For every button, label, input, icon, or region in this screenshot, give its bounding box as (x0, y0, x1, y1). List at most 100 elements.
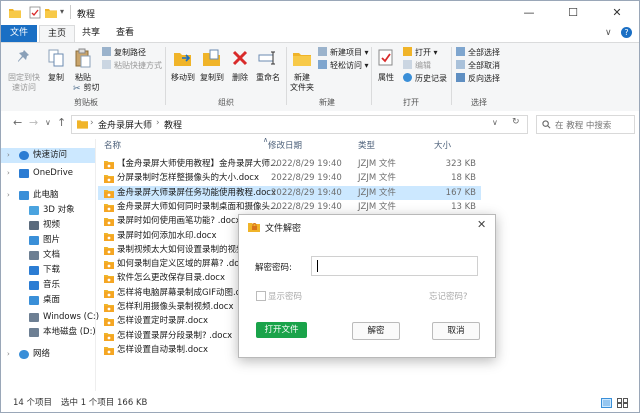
column-header-size[interactable]: 大小 (434, 139, 451, 154)
column-header-type[interactable]: 类型 (358, 139, 375, 154)
rename-button[interactable]: 重命名 (253, 48, 283, 83)
recent-locations-button[interactable]: ∨ (45, 118, 51, 127)
minimize-button[interactable]: — (507, 1, 551, 25)
copy-path-button[interactable]: 复制路径 (102, 47, 146, 58)
nav-item[interactable]: 本地磁盘 (D:) (1, 325, 96, 340)
decrypt-button[interactable]: 解密 (352, 322, 400, 340)
file-row[interactable]: 金舟录屏大师录屏任务功能使用教程.docx 2022/8/29 19:40 JZJM… (98, 185, 481, 200)
file-type: JZJM 文件 (358, 187, 396, 198)
cloud-icon (19, 169, 29, 178)
cut-button[interactable]: ✂ 剪切 (73, 82, 100, 94)
file-name: 录屏时如何使用画笔功能? .docx (117, 216, 241, 227)
column-header-name[interactable]: 名称 (104, 139, 121, 154)
selection-info: 选中 1 个项目 166 KB (61, 398, 148, 408)
nav-item[interactable]: 文档 (1, 248, 95, 263)
status-bar: 14 个项目 选中 1 个项目 166 KB (1, 394, 639, 412)
nav-item-label: 此电脑 (33, 190, 59, 200)
nav-item[interactable]: 3D 对象 (1, 203, 95, 218)
password-input[interactable] (311, 256, 478, 276)
tab-home[interactable]: 主页 (39, 25, 75, 42)
tab-file[interactable]: 文件 (1, 25, 37, 42)
file-name: 怎样利用摄像头录制视频.docx (117, 302, 234, 312)
ribbon-collapse-button[interactable]: ∨ (605, 28, 612, 38)
paste-shortcut-icon (102, 60, 111, 69)
nav-item-label: Windows (C:) (43, 312, 100, 322)
nav-item[interactable]: 视频 (1, 218, 95, 233)
select-all-icon (456, 47, 465, 56)
lock-folder-icon (248, 223, 260, 232)
forgot-password-link[interactable]: 忘记密码? (429, 290, 468, 302)
paste-shortcut-button[interactable]: 粘贴快捷方式 (102, 60, 162, 71)
pane-divider[interactable] (95, 139, 96, 391)
nav-item[interactable]: 下载 (1, 263, 95, 278)
file-name: 分屏录制时怎样整摄像头的大小.docx (117, 173, 260, 184)
breadcrumb-current[interactable]: 教程 (164, 118, 182, 131)
edit-button[interactable]: 编辑 (403, 60, 431, 71)
breadcrumb-root[interactable]: 金舟录屏大师 (98, 118, 152, 131)
nav-item[interactable]: › OneDrive (1, 166, 95, 181)
close-button[interactable]: ✕ (595, 1, 639, 25)
chevron-right-icon[interactable]: › (7, 148, 10, 163)
file-row[interactable]: 分屏录制时怎样整摄像头的大小.docx 2022/8/29 19:40 JZJM 文… (98, 171, 481, 185)
details-view-icon[interactable] (601, 398, 612, 408)
nav-item[interactable]: 图片 (1, 233, 95, 248)
file-type: JZJM 文件 (358, 173, 396, 184)
nav-item[interactable]: › 此电脑 (1, 188, 95, 203)
refresh-button[interactable]: ↻ (512, 117, 520, 127)
ribbon-home: 固定到快 速访问 复制 粘贴 复制路径 粘贴快捷方式 ✂ 剪切 剪贴板 移动到 … (1, 42, 639, 112)
address-dropdown[interactable]: ∨ (492, 118, 498, 127)
show-password-label[interactable]: 显示密码 (268, 290, 302, 302)
paste-shortcut-label: 粘贴快捷方式 (114, 61, 162, 70)
help-button[interactable]: ? (621, 27, 632, 38)
maximize-button[interactable]: ☐ (551, 1, 595, 25)
nav-item[interactable]: › 网络 (1, 347, 95, 362)
forward-button[interactable]: → (29, 116, 38, 129)
new-item-button[interactable]: 新建项目 ▾ (318, 47, 369, 58)
chevron-right-icon[interactable]: › (7, 166, 10, 181)
nav-item[interactable]: 桌面 (1, 293, 95, 308)
column-header-date[interactable]: 修改日期 (268, 139, 302, 154)
tab-view[interactable]: 查看 (109, 25, 141, 42)
history-button[interactable]: 历史记录 (403, 73, 447, 84)
open-file-button[interactable]: 打开文件 (256, 322, 307, 338)
address-field[interactable]: › 金舟录屏大师 › 教程 ∨ ↻ (71, 115, 528, 134)
file-row[interactable]: 金舟录屏大师如何同时录制桌面和摄像头... 2022/8/29 19:40 JZJM… (98, 200, 481, 214)
invert-selection-icon (456, 73, 465, 82)
properties-check-icon[interactable] (29, 6, 41, 19)
select-none-button[interactable]: 全部取消 (456, 60, 500, 71)
nav-item-label: 音乐 (43, 280, 61, 290)
chevron-right-icon[interactable]: › (7, 347, 10, 362)
open-button[interactable]: 打开 ▾ (403, 47, 438, 58)
large-icons-view-icon[interactable] (617, 398, 628, 408)
copy-button[interactable]: 复制 (44, 48, 68, 83)
show-password-checkbox[interactable] (256, 291, 266, 301)
up-button[interactable]: ↑ (57, 116, 66, 129)
nav-item[interactable]: › 快速访问 (1, 148, 95, 163)
new-folder-quick-icon[interactable] (45, 6, 57, 19)
select-all-button[interactable]: 全部选择 (456, 47, 500, 58)
tab-share[interactable]: 共享 (75, 25, 107, 42)
file-name: 如何录制自定义区域的屏幕? .docx (117, 259, 250, 270)
copy-to-button[interactable]: 复制到 (198, 48, 226, 83)
file-row[interactable]: 【金舟录屏大师使用教程】金舟录屏大师... 2022/8/29 19:40 JZJM… (98, 157, 481, 171)
folder-icon (77, 120, 88, 129)
chevron-right-icon[interactable]: › (7, 188, 10, 203)
back-button[interactable]: ← (13, 116, 22, 129)
pin-quick-access-button[interactable]: 固定到快 速访问 (7, 48, 41, 93)
search-box[interactable]: 在 教程 中搜索 (536, 115, 635, 134)
drive-icon (29, 313, 39, 322)
organize-group-label: 组织 (218, 98, 234, 107)
delete-button[interactable]: 删除 (229, 48, 251, 83)
nav-item[interactable]: 音乐 (1, 278, 95, 293)
file-name: 金舟录屏大师录屏任务功能使用教程.docx (117, 187, 277, 198)
properties-button[interactable]: 属性 (374, 48, 398, 83)
quick-access-dropdown[interactable]: ▾ (60, 7, 64, 16)
cancel-button[interactable]: 取消 (432, 322, 480, 340)
paste-button[interactable]: 粘贴 (71, 48, 95, 83)
easy-access-button[interactable]: 轻松访问 ▾ (318, 60, 369, 71)
new-folder-button[interactable]: 新建 文件夹 (289, 48, 315, 93)
move-to-button[interactable]: 移动到 (169, 48, 197, 83)
invert-selection-button[interactable]: 反向选择 (456, 73, 500, 84)
nav-item[interactable]: Windows (C:) (1, 310, 99, 325)
dialog-close-button[interactable]: ✕ (477, 218, 486, 231)
